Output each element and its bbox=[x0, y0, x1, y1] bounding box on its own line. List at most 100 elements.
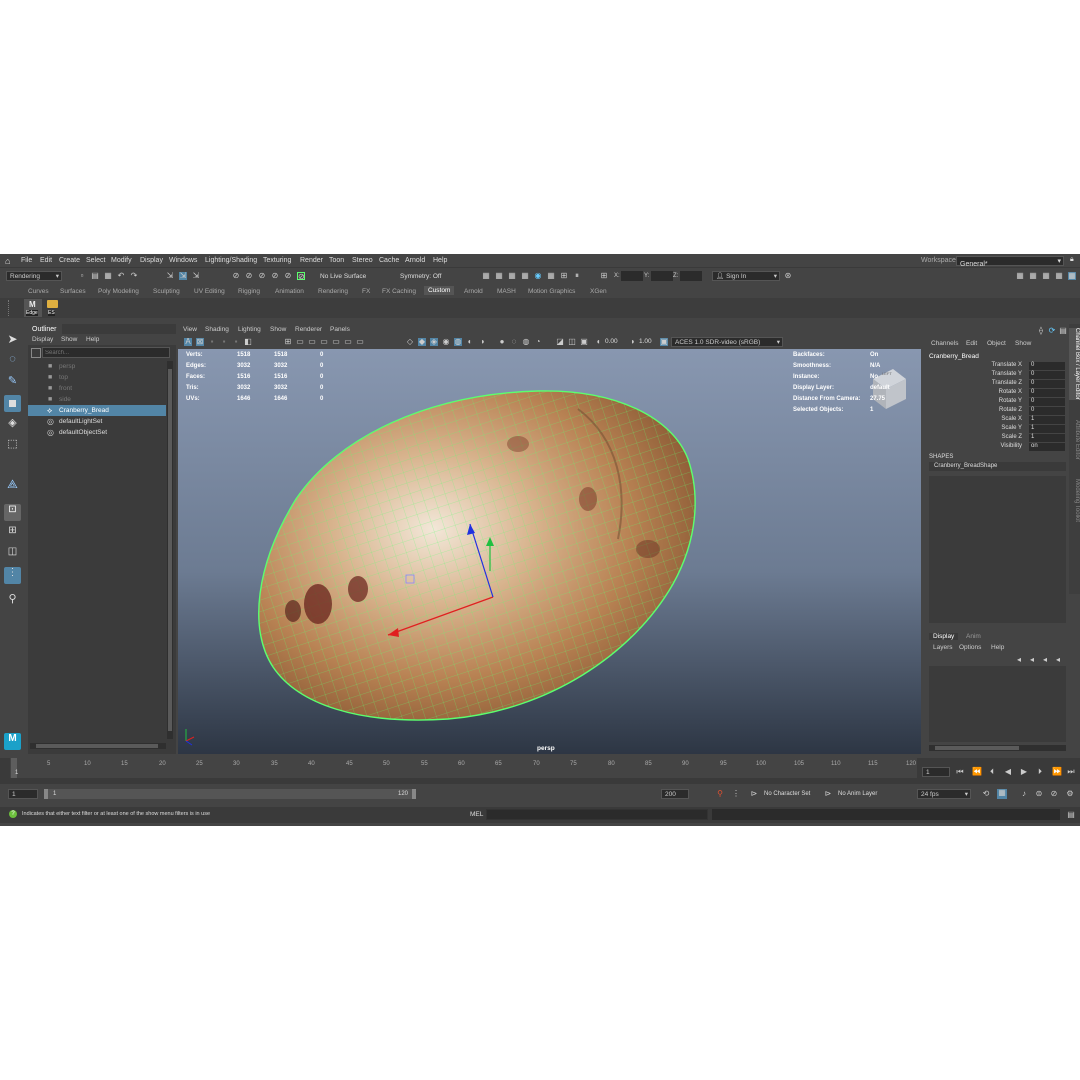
channel-sync-icon[interactable]: ⟳ bbox=[1048, 327, 1056, 335]
snap-curve-icon[interactable]: ⊘ bbox=[245, 272, 253, 280]
viewport-menu-show[interactable]: Show bbox=[270, 326, 286, 333]
fps-dropdown[interactable]: 24 fps ▾ bbox=[917, 789, 971, 799]
channel-menu-show[interactable]: Show bbox=[1015, 340, 1031, 347]
menu-texturing[interactable]: Texturing bbox=[263, 257, 291, 264]
textured-icon[interactable]: ◉ bbox=[442, 338, 450, 346]
key-menu-icon[interactable]: ⋮ bbox=[732, 790, 740, 798]
gamma-icon[interactable]: ◑ bbox=[628, 338, 636, 346]
shelf-tab-sculpting[interactable]: Sculpting bbox=[153, 288, 180, 295]
two-view-icon[interactable]: ◫ bbox=[4, 546, 21, 563]
outliner-item-cranberry-bread[interactable]: ⟡ Cranberry_Bread bbox=[28, 405, 166, 416]
open-scene-icon[interactable]: ▤ bbox=[91, 272, 99, 280]
channel-value-field[interactable]: 1 bbox=[1029, 434, 1065, 442]
snap-grid-icon[interactable]: ⊘ bbox=[232, 272, 240, 280]
image-plane-icon[interactable]: ▪ bbox=[220, 338, 228, 346]
menu-display[interactable]: Display bbox=[140, 257, 163, 264]
lock-icon[interactable]: 🔒︎ bbox=[1070, 256, 1074, 264]
channel-row-scale-y[interactable]: Scale Y 1 bbox=[925, 425, 1068, 434]
channel-row-rotate-z[interactable]: Rotate Z 0 bbox=[925, 407, 1068, 416]
render-sequence-icon[interactable]: ▦ bbox=[495, 272, 503, 280]
end-time-field[interactable]: 200 bbox=[661, 789, 689, 799]
rotate-tool-icon[interactable]: ◈ bbox=[4, 416, 21, 433]
layer-menu-help[interactable]: Help bbox=[991, 644, 1004, 651]
outliner-tab[interactable]: Outliner bbox=[28, 324, 62, 334]
color-management-icon[interactable]: ▣ bbox=[660, 338, 668, 346]
go-to-start-icon[interactable]: ⏮ bbox=[956, 768, 964, 776]
film-gate-icon[interactable]: ▭ bbox=[296, 338, 304, 346]
motion-blur-icon[interactable]: ◔ bbox=[534, 338, 542, 346]
safe-title-icon[interactable]: ▭ bbox=[356, 338, 364, 346]
menu-file[interactable]: File bbox=[21, 257, 32, 264]
channel-value-field[interactable]: 1 bbox=[1029, 425, 1065, 433]
viewport-menu-view[interactable]: View bbox=[183, 326, 197, 333]
anti-aliasing-icon[interactable]: ◪ bbox=[556, 338, 564, 346]
shelf-tab-fx-caching[interactable]: FX Caching bbox=[382, 288, 416, 295]
new-scene-icon[interactable]: ▫ bbox=[78, 272, 86, 280]
safe-action-icon[interactable]: ▭ bbox=[344, 338, 352, 346]
layer-menu-options[interactable]: Options bbox=[959, 644, 981, 651]
save-scene-icon[interactable]: ▦ bbox=[104, 272, 112, 280]
outliner-item-default-light-set[interactable]: ◎ defaultLightSet bbox=[28, 416, 166, 427]
viewport-menu-panels[interactable]: Panels bbox=[330, 326, 350, 333]
outliner-item-top[interactable]: ■ top bbox=[28, 372, 166, 383]
snap-surface-icon[interactable]: ⊘ bbox=[284, 272, 292, 280]
play-backwards-icon[interactable]: ◀ bbox=[1004, 768, 1012, 776]
outliner-layout-icon[interactable]: ⋮ bbox=[4, 567, 21, 584]
menu-toon[interactable]: Toon bbox=[329, 257, 344, 264]
viewport-menu-shading[interactable]: Shading bbox=[205, 326, 229, 333]
depth-of-field-icon[interactable]: ◫ bbox=[568, 338, 576, 346]
shelf-tab-fx[interactable]: FX bbox=[362, 288, 370, 295]
menu-create[interactable]: Create bbox=[59, 257, 80, 264]
menu-arnold[interactable]: Arnold bbox=[405, 257, 425, 264]
y-field[interactable] bbox=[651, 271, 673, 281]
range-handle-left[interactable] bbox=[44, 789, 48, 799]
menu-stereo[interactable]: Stereo bbox=[352, 257, 373, 264]
outliner-item-side[interactable]: ■ side bbox=[28, 394, 166, 405]
menu-help[interactable]: Help bbox=[433, 257, 447, 264]
outliner-menu-display[interactable]: Display bbox=[32, 336, 53, 343]
bookmark-icon[interactable]: ▪ bbox=[208, 338, 216, 346]
character-set-label[interactable]: No Character Set bbox=[764, 791, 810, 797]
current-frame-field[interactable]: 1 bbox=[922, 767, 950, 777]
playback-options-icon[interactable]: ⊜ bbox=[1035, 790, 1043, 798]
paint-select-tool-icon[interactable]: ✎ bbox=[4, 374, 21, 391]
select-camera-icon[interactable]: A bbox=[184, 338, 192, 346]
channel-row-scale-x[interactable]: Scale X 1 bbox=[925, 416, 1068, 425]
outliner-menu-help[interactable]: Help bbox=[86, 336, 99, 343]
wireframe-on-shaded-icon[interactable]: ◈ bbox=[430, 338, 438, 346]
render-settings-icon[interactable]: ▦ bbox=[521, 272, 529, 280]
select-component-icon[interactable]: ⇲ bbox=[192, 272, 200, 280]
shelf-tab-poly-modeling[interactable]: Poly Modeling bbox=[98, 288, 139, 295]
channel-object-name[interactable]: Cranberry_Bread bbox=[929, 353, 979, 360]
step-forward-key-icon[interactable]: ⏩ bbox=[1052, 768, 1062, 776]
channel-row-rotate-y[interactable]: Rotate Y 0 bbox=[925, 398, 1068, 407]
exposure-icon[interactable]: ◐ bbox=[595, 338, 603, 346]
scrollbar-thumb[interactable] bbox=[36, 744, 158, 748]
modeling-toolkit-icon[interactable]: ⊞ bbox=[600, 272, 608, 280]
shelf-tab-rendering[interactable]: Rendering bbox=[318, 288, 348, 295]
outliner-menu-show[interactable]: Show bbox=[61, 336, 77, 343]
time-ruler[interactable]: 1 5 10 15 20 25 30 35 40 45 50 55 60 65 … bbox=[10, 758, 917, 778]
select-tool-icon[interactable]: ➤ bbox=[4, 332, 21, 349]
layer-move-down-icon[interactable]: ◂ bbox=[1028, 656, 1036, 664]
hud-icon[interactable]: ▣ bbox=[580, 338, 588, 346]
toggle-panel-icon[interactable]: ▦ bbox=[1016, 272, 1024, 280]
ipr-render-icon[interactable]: ▦ bbox=[508, 272, 516, 280]
shelf-tab-surfaces[interactable]: Surfaces bbox=[60, 288, 86, 295]
outliner-horizontal-scrollbar[interactable] bbox=[30, 743, 166, 749]
menu-modify[interactable]: Modify bbox=[111, 257, 132, 264]
mel-label[interactable]: MEL bbox=[470, 811, 483, 818]
channel-value-field[interactable]: 1 bbox=[1029, 416, 1065, 424]
channel-row-scale-z[interactable]: Scale Z 1 bbox=[925, 434, 1068, 443]
shelf-tab-uv-editing[interactable]: UV Editing bbox=[194, 288, 225, 295]
pause-icon[interactable]: ⏸ bbox=[573, 272, 581, 280]
shelf-tab-mash[interactable]: MASH bbox=[497, 288, 516, 295]
shelf-tab-xgen[interactable]: XGen bbox=[590, 288, 607, 295]
layer-tab-display[interactable]: Display bbox=[929, 633, 959, 640]
sign-in-dropdown[interactable]: 👤︎ Sign In ▾ bbox=[712, 271, 780, 281]
settings-icon[interactable]: ⚙︎ bbox=[1066, 790, 1074, 798]
isolate-select-icon[interactable]: ◑ bbox=[478, 338, 486, 346]
viewport-3d-view[interactable]: LEFT Verts: 1518 1518 0 Edges: 3032 3032 0 Fac… bbox=[178, 349, 921, 754]
step-back-frame-icon[interactable]: ⏴ bbox=[988, 768, 996, 776]
channel-value-field[interactable]: 0 bbox=[1029, 398, 1065, 406]
